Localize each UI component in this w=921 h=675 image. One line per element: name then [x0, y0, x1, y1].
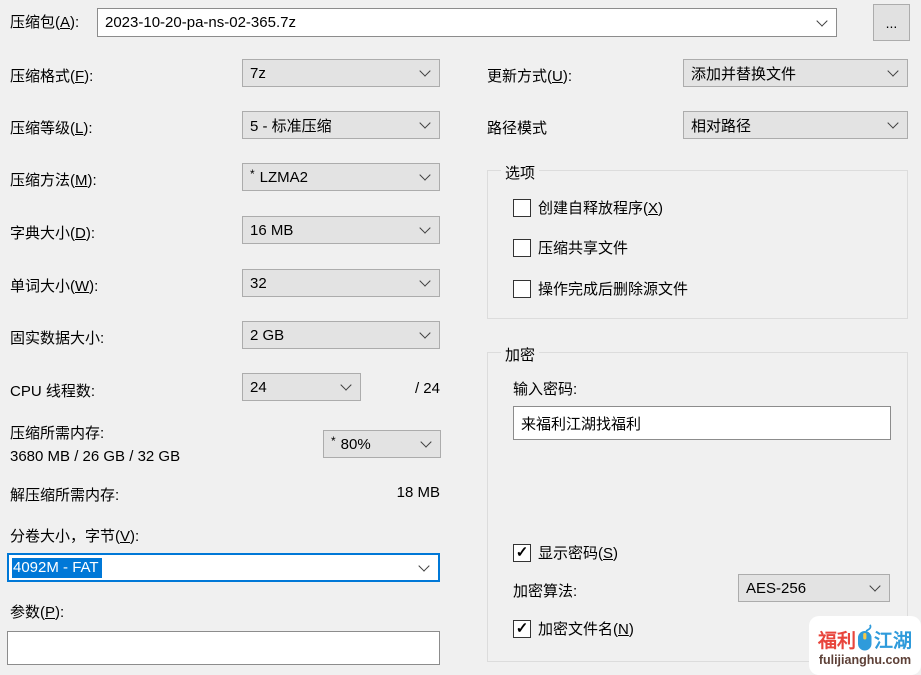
check-icon: ✓: [516, 545, 529, 560]
watermark-logo-row: 福利 江湖: [818, 624, 912, 651]
archive-name-combobox[interactable]: 2023-10-20-pa-ns-02-365.7z: [97, 8, 837, 37]
dictionary-dropdown[interactable]: 16 MB: [242, 216, 440, 244]
solid-block-dropdown[interactable]: 2 GB: [242, 321, 440, 349]
update-mode-label: 更新方式(U):: [487, 65, 572, 86]
encrypt-names-label: 加密文件名(N): [538, 618, 634, 639]
cpu-threads-dropdown[interactable]: 24: [242, 373, 361, 401]
chevron-down-icon: [420, 436, 431, 447]
encrypt-names-checkbox-row[interactable]: ✓ 加密文件名(N): [513, 618, 634, 639]
parameters-label: 参数(P):: [10, 601, 64, 622]
level-dropdown[interactable]: 5 - 标准压缩: [242, 111, 440, 139]
chevron-down-icon: [419, 65, 430, 76]
chevron-down-icon: [419, 169, 430, 180]
watermark-site: fulijianghu.com: [819, 653, 911, 667]
checkbox-checked[interactable]: ✓: [513, 544, 531, 562]
compress-shared-label: 压缩共享文件: [538, 237, 628, 258]
split-volume-label: 分卷大小，字节(V):: [10, 525, 139, 546]
options-group-title: 选项: [501, 162, 539, 183]
create-sfx-label: 创建自释放程序(X): [538, 197, 663, 218]
decompress-memory-label: 解压缩所需内存:: [10, 484, 119, 505]
archive-label: 压缩包(A):: [10, 11, 79, 32]
split-volume-combobox[interactable]: 4092M - FAT: [7, 553, 440, 582]
parameters-input[interactable]: [7, 631, 440, 665]
encryption-method-dropdown[interactable]: AES-256: [738, 574, 890, 602]
checkbox-unchecked[interactable]: [513, 199, 531, 217]
watermark-text-red: 福利: [818, 632, 856, 651]
browse-button[interactable]: ...: [873, 4, 910, 41]
watermark-text-blue: 江湖: [874, 632, 912, 651]
memory-label: 压缩所需内存:: [10, 422, 104, 443]
checkbox-unchecked[interactable]: [513, 280, 531, 298]
checkbox-checked[interactable]: ✓: [513, 620, 531, 638]
chevron-down-icon: [418, 560, 429, 571]
level-label: 压缩等级(L):: [10, 117, 93, 138]
7zip-add-to-archive-dialog: { "icons": { "check": "✓", "ellipsis": "…: [0, 0, 921, 675]
chevron-down-icon: [887, 65, 898, 76]
solid-block-label: 固实数据大小:: [10, 327, 104, 348]
password-label: 输入密码:: [513, 378, 577, 399]
create-sfx-checkbox-row[interactable]: 创建自释放程序(X): [513, 197, 663, 218]
dictionary-label: 字典大小(D):: [10, 222, 95, 243]
memory-dropdown[interactable]: *80%: [323, 430, 441, 458]
archive-name-value: 2023-10-20-pa-ns-02-365.7z: [105, 14, 296, 31]
update-mode-dropdown[interactable]: 添加并替换文件: [683, 59, 908, 87]
format-label: 压缩格式(F):: [10, 65, 93, 86]
decompress-memory-value: 18 MB: [383, 484, 440, 501]
format-dropdown[interactable]: 7z: [242, 59, 440, 87]
cpu-threads-label: CPU 线程数:: [10, 380, 95, 401]
watermark: 福利 江湖 fulijianghu.com: [809, 616, 921, 675]
word-size-label: 单词大小(W):: [10, 275, 98, 296]
show-password-checkbox-row[interactable]: ✓ 显示密码(S): [513, 542, 618, 563]
chevron-down-icon: [419, 222, 430, 233]
show-password-label: 显示密码(S): [538, 542, 618, 563]
chevron-down-icon: [887, 117, 898, 128]
path-mode-label: 路径模式: [487, 117, 547, 138]
method-dropdown[interactable]: *LZMA2: [242, 163, 440, 191]
delete-after-label: 操作完成后删除源文件: [538, 278, 688, 299]
split-volume-selected-text: 4092M - FAT: [12, 558, 102, 578]
memory-usage: 3680 MB / 26 GB / 32 GB: [10, 448, 180, 465]
chevron-down-icon: [340, 379, 351, 390]
password-input[interactable]: 来福利江湖找福利: [513, 406, 891, 440]
chevron-down-icon: [419, 117, 430, 128]
checkbox-unchecked[interactable]: [513, 239, 531, 257]
word-size-dropdown[interactable]: 32: [242, 269, 440, 297]
chevron-down-icon: [419, 327, 430, 338]
path-mode-dropdown[interactable]: 相对路径: [683, 111, 908, 139]
method-label: 压缩方法(M):: [10, 169, 97, 190]
mouse-icon: [857, 624, 873, 651]
check-icon: ✓: [516, 621, 529, 636]
delete-after-checkbox-row[interactable]: 操作完成后删除源文件: [513, 278, 688, 299]
cpu-threads-total: / 24: [393, 380, 440, 397]
chevron-down-icon: [419, 275, 430, 286]
chevron-down-icon: [816, 15, 827, 26]
encryption-method-label: 加密算法:: [513, 580, 577, 601]
encryption-group-title: 加密: [501, 344, 539, 365]
chevron-down-icon: [869, 580, 880, 591]
compress-shared-checkbox-row[interactable]: 压缩共享文件: [513, 237, 628, 258]
